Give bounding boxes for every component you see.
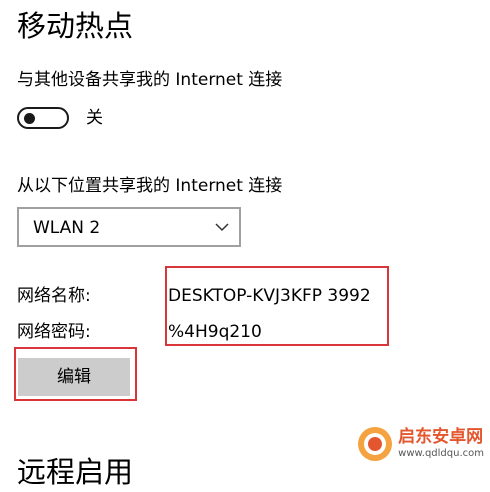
network-name-value: DESKTOP-KVJ3KFP 3992	[168, 286, 371, 306]
network-password-value: %4H9q210	[168, 322, 262, 342]
watermark-brand: 启东安卓网	[398, 427, 484, 447]
watermark: 启东安卓网 www.qdldqu.com	[356, 422, 484, 466]
page-title: 移动热点	[17, 9, 134, 43]
toggle-knob	[24, 112, 35, 124]
watermark-url: www.qdldqu.com	[398, 448, 484, 459]
share-connection-label: 与其他设备共享我的 Internet 连接	[17, 70, 283, 90]
share-source-label: 从以下位置共享我的 Internet 连接	[17, 176, 283, 196]
chevron-down-icon	[215, 223, 229, 232]
toggle-state-label: 关	[86, 108, 103, 128]
network-name-label: 网络名称:	[17, 286, 91, 306]
connection-source-dropdown[interactable]: WLAN 2	[17, 207, 241, 247]
network-password-label: 网络密码:	[17, 322, 91, 342]
share-toggle[interactable]	[17, 107, 69, 129]
edit-button[interactable]: 编辑	[18, 358, 130, 396]
watermark-logo-icon	[358, 427, 393, 461]
dropdown-selected-value: WLAN 2	[33, 218, 101, 238]
remote-enable-section-title: 远程启用	[17, 455, 134, 489]
